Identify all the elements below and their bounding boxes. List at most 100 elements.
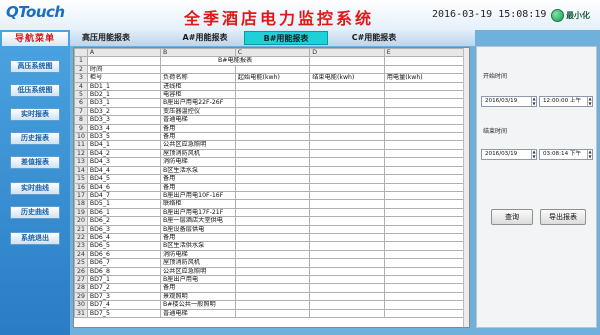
end-energy-cell <box>309 274 385 285</box>
start-energy-cell <box>234 207 311 218</box>
start-energy-cell <box>234 123 311 134</box>
sidebar-item-diff-report[interactable]: 差值报表 <box>10 156 60 169</box>
usage-cell <box>383 123 465 134</box>
load-name-cell: 备用 <box>159 123 236 134</box>
export-report-button[interactable]: 导出报表 <box>540 209 586 225</box>
table-header-cell: 柜号 <box>86 73 161 83</box>
start-energy-cell <box>234 140 311 150</box>
end-time-label: 结束时间 <box>483 128 508 135</box>
load-name-cell: 消防电梯 <box>159 157 236 167</box>
end-energy-cell <box>309 98 385 108</box>
row-number: 1 <box>74 56 88 66</box>
vertical-scrollbar[interactable] <box>463 48 469 327</box>
start-energy-cell <box>234 90 311 100</box>
usage-cell <box>383 81 465 92</box>
usage-cell <box>383 148 465 159</box>
start-energy-cell <box>234 232 311 243</box>
load-name-cell: 备用 <box>159 182 236 192</box>
end-energy-cell <box>309 216 385 226</box>
report-spreadsheet[interactable]: A B C D E 1 B#电能报表 2 时间 3 柜号 负荷名称 起始电能(kwh) 结束电能(kwh)… <box>73 47 470 328</box>
row-number: 9 <box>74 123 88 134</box>
corner-cell <box>74 48 88 58</box>
sidebar-item-lv-diagram[interactable]: 低压系统图 <box>10 84 60 97</box>
start-date-value: 2016/03/19 <box>485 98 518 104</box>
minimize-button[interactable]: 最小化 <box>551 7 597 23</box>
sidebar-item-realtime-report[interactable]: 实时报表 <box>10 108 60 121</box>
start-time-label: 开始时间 <box>483 73 508 80</box>
cabinet-id-cell: BD7_4 <box>86 300 161 310</box>
row-number: 20 <box>74 216 88 226</box>
usage-cell <box>383 199 465 209</box>
table-row: 20 BD6_2 B座一层酒店大堂供电 <box>74 216 469 226</box>
row-number: 13 <box>74 157 88 167</box>
query-button[interactable]: 查询 <box>491 209 533 225</box>
usage-cell <box>383 291 465 302</box>
cell <box>86 56 161 66</box>
start-date-picker[interactable]: 2016/03/19 ▲ ▼ <box>481 96 537 107</box>
start-time-picker[interactable]: 12:00:00 上午 ▲ ▼ <box>539 96 593 107</box>
usage-cell <box>383 190 465 201</box>
table-header-cell: 负荷名称 <box>159 73 236 83</box>
end-energy-cell <box>309 148 385 159</box>
tab-c-report[interactable]: C#用能报表 <box>332 31 416 45</box>
table-row: 3 柜号 负荷名称 起始电能(kwh) 结束电能(kwh) 用电量(kwh) <box>74 73 469 83</box>
table-header-cell: 用电量(kwh) <box>383 73 465 83</box>
cabinet-id-cell: BD4_3 <box>86 157 161 167</box>
spin-arrows-icon: ▲ ▼ <box>587 96 592 106</box>
end-energy-cell <box>309 106 385 117</box>
start-energy-cell <box>234 241 311 251</box>
cell <box>309 64 385 75</box>
sidebar-item-hv-diagram[interactable]: 高压系统图 <box>10 60 60 73</box>
end-energy-cell <box>309 190 385 201</box>
load-name-cell: 备用 <box>159 283 236 293</box>
usage-cell <box>383 115 465 125</box>
sidebar-item-exit[interactable]: 系统退出 <box>10 232 60 245</box>
sidebar-item-history-curve[interactable]: 历史曲线 <box>10 206 60 219</box>
column-header: A <box>86 48 161 58</box>
table-header-cell: 起始电能(kwh) <box>234 73 311 83</box>
row-number: 6 <box>74 98 88 108</box>
tab-b-report[interactable]: B#用能报表 <box>244 31 328 45</box>
end-energy-cell <box>309 123 385 134</box>
load-name-cell: B座出户用电17F-21F <box>159 207 236 218</box>
table-row: 10 BD3_5 备用 <box>74 132 469 142</box>
load-name-cell: B#楼公共一般照明 <box>159 300 236 310</box>
sidebar: 导航菜单 高压系统图 低压系统图 实时报表 历史报表 差值报表 实时曲线 历史曲… <box>0 30 70 335</box>
usage-cell <box>383 174 465 184</box>
end-date-picker[interactable]: 2016/03/19 ▲ ▼ <box>481 149 537 160</box>
sidebar-item-history-report[interactable]: 历史报表 <box>10 132 60 145</box>
tab-hv-report[interactable]: 高压用能报表 <box>75 31 137 45</box>
report-tabs: 高压用能报表 A#用能报表 B#用能报表 C#用能报表 <box>70 30 475 46</box>
cabinet-id-cell: BD3_1 <box>86 98 161 108</box>
cabinet-id-cell: BD4_6 <box>86 182 161 192</box>
cabinet-id-cell: BD5_1 <box>86 199 161 209</box>
sidebar-item-realtime-curve[interactable]: 实时曲线 <box>10 182 60 195</box>
end-energy-cell <box>309 157 385 167</box>
load-name-cell: B座出户用电22F-26F <box>159 98 236 108</box>
cabinet-id-cell: BD7_3 <box>86 291 161 302</box>
load-name-cell: 屋顶消防风机 <box>159 258 236 268</box>
cell <box>159 64 236 75</box>
usage-cell <box>383 266 465 276</box>
tab-a-report[interactable]: A#用能报表 <box>165 31 245 45</box>
row-number: 4 <box>74 81 88 92</box>
usage-cell <box>383 106 465 117</box>
cabinet-id-cell: BD7_2 <box>86 283 161 293</box>
end-time-picker[interactable]: 03:08:14 下午 ▲ ▼ <box>539 149 593 160</box>
table-row: 31 BD7_5 普通电梯 <box>74 308 469 319</box>
table-row: 18 BD5_1 联络柜 <box>74 199 469 209</box>
table-row: 4 BD1_1 进线柜 <box>74 81 469 92</box>
column-header: D <box>309 48 385 58</box>
nav-menu-title: 导航菜单 <box>2 32 68 46</box>
end-energy-cell <box>309 258 385 268</box>
end-energy-cell <box>309 81 385 92</box>
start-energy-cell <box>234 283 311 293</box>
row-number: 5 <box>74 90 88 100</box>
minimize-label: 最小化 <box>566 10 590 20</box>
time-label: 时间 <box>86 64 161 75</box>
load-name-cell: B区生活水泵 <box>159 165 236 176</box>
usage-cell <box>383 132 465 142</box>
load-name-cell: 备用 <box>159 232 236 243</box>
end-energy-cell <box>309 249 385 260</box>
end-energy-cell <box>309 132 385 142</box>
